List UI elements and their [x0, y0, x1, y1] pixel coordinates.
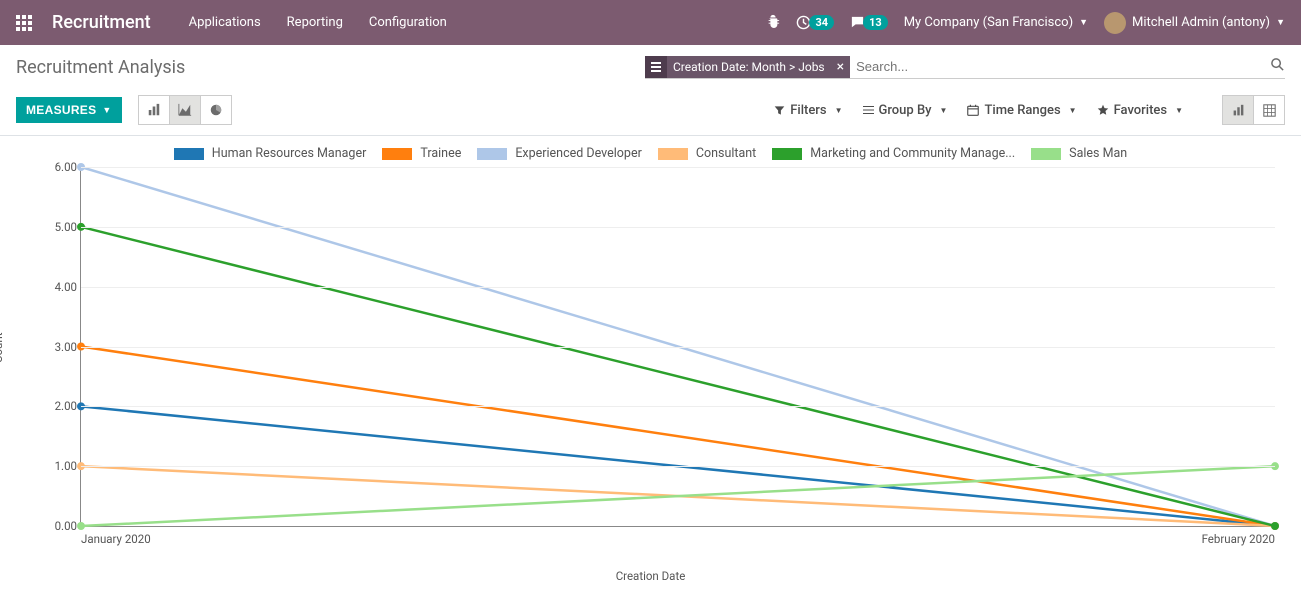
pivot-view-button[interactable]	[1253, 95, 1285, 125]
y-axis-label: Count	[0, 332, 5, 363]
chart-type-group	[138, 95, 232, 125]
chevron-down-icon: ▼	[1276, 17, 1285, 28]
chevron-down-icon: ▼	[1079, 17, 1088, 28]
x-tick: January 2020	[81, 532, 151, 546]
legend-item[interactable]: Trainee	[382, 146, 461, 161]
plot-area: 0.001.002.003.004.005.006.00January 2020…	[80, 167, 1275, 527]
discuss-button[interactable]: 13	[850, 15, 888, 30]
groupby-label: Group By	[879, 103, 932, 118]
legend-label: Marketing and Community Manage...	[810, 146, 1015, 161]
timeranges-label: Time Ranges	[984, 103, 1060, 118]
gridline	[81, 167, 1275, 168]
legend-item[interactable]: Consultant	[658, 146, 756, 161]
legend-label: Human Resources Manager	[212, 146, 367, 161]
chart-legend: Human Resources Manager Trainee Experience…	[16, 146, 1285, 161]
control-panel: Recruitment Analysis Creation Date: Mont…	[0, 45, 1301, 136]
graph-view-button[interactable]	[1222, 95, 1254, 125]
chart-plot: 0.001.002.003.004.005.006.00January 2020…	[60, 167, 1275, 567]
chart-container: Human Resources Manager Trainee Experience…	[0, 136, 1301, 599]
apps-icon[interactable]	[16, 15, 32, 31]
chart-point[interactable]	[1271, 522, 1279, 530]
legend-item[interactable]: Marketing and Community Manage...	[772, 146, 1015, 161]
nav-right: 34 13 My Company (San Francisco) ▼ Mitch…	[766, 12, 1285, 34]
legend-item[interactable]: Sales Man	[1031, 146, 1127, 161]
gridline	[81, 287, 1275, 288]
nav-menu-reporting[interactable]: Reporting	[287, 15, 343, 30]
y-tick: 3.00	[39, 340, 77, 354]
y-tick: 5.00	[39, 220, 77, 234]
gridline	[81, 227, 1275, 228]
group-icon	[863, 106, 874, 115]
activities-button[interactable]: 34	[796, 15, 834, 30]
filter-toolbar: Filters ▼ Group By ▼ Time Ranges ▼ Favor…	[774, 95, 1285, 125]
search-facet: Creation Date: Month > Jobs ×	[645, 56, 850, 78]
top-navbar: Recruitment Applications Reporting Confi…	[0, 0, 1301, 45]
chevron-down-icon: ▼	[1175, 106, 1183, 115]
legend-swatch	[772, 148, 802, 160]
favorites-button[interactable]: Favorites ▼	[1097, 103, 1183, 118]
legend-swatch	[174, 148, 204, 160]
measures-label: MEASURES	[26, 103, 96, 117]
bug-icon[interactable]	[766, 14, 780, 32]
x-axis-label: Creation Date	[16, 569, 1285, 583]
nav-menu-configuration[interactable]: Configuration	[369, 15, 447, 30]
legend-item[interactable]: Human Resources Manager	[174, 146, 367, 161]
user-name: Mitchell Admin (antony)	[1132, 15, 1270, 30]
activities-badge: 34	[809, 15, 834, 30]
legend-label: Trainee	[420, 146, 461, 161]
chart-series-line	[81, 227, 1275, 526]
y-tick: 6.00	[39, 160, 77, 174]
y-tick: 1.00	[39, 459, 77, 473]
gridline	[81, 466, 1275, 467]
nav-menu: Applications Reporting Configuration	[189, 15, 447, 30]
legend-label: Sales Man	[1069, 146, 1127, 161]
chevron-down-icon: ▼	[102, 105, 111, 115]
measures-button[interactable]: MEASURES ▼	[16, 97, 122, 123]
legend-label: Experienced Developer	[515, 146, 642, 161]
funnel-icon	[774, 105, 785, 116]
y-tick: 2.00	[39, 399, 77, 413]
line-chart-button[interactable]	[169, 95, 201, 125]
nav-menu-applications[interactable]: Applications	[189, 15, 261, 30]
search-icon[interactable]	[1270, 57, 1285, 76]
search-facet-text: Creation Date: Month > Jobs	[667, 60, 831, 74]
chevron-down-icon: ▼	[835, 106, 843, 115]
favorites-label: Favorites	[1114, 103, 1167, 118]
page-title: Recruitment Analysis	[16, 57, 185, 78]
search-area: Creation Date: Month > Jobs ×	[645, 55, 1285, 79]
facet-remove-icon[interactable]: ×	[831, 59, 850, 75]
gridline	[81, 347, 1275, 348]
star-icon	[1097, 104, 1109, 116]
legend-swatch	[477, 148, 507, 160]
gridline	[81, 406, 1275, 407]
chart-point[interactable]	[77, 522, 85, 530]
search-input[interactable]	[850, 55, 1270, 78]
chevron-down-icon: ▼	[940, 106, 948, 115]
filters-button[interactable]: Filters ▼	[774, 103, 842, 118]
pie-chart-button[interactable]	[200, 95, 232, 125]
bar-chart-button[interactable]	[138, 95, 170, 125]
group-icon	[645, 56, 667, 78]
company-selector[interactable]: My Company (San Francisco) ▼	[904, 15, 1088, 30]
chevron-down-icon: ▼	[1069, 106, 1077, 115]
timeranges-button[interactable]: Time Ranges ▼	[967, 103, 1076, 118]
avatar	[1104, 12, 1126, 34]
calendar-icon	[967, 104, 979, 116]
legend-swatch	[658, 148, 688, 160]
filters-label: Filters	[790, 103, 826, 118]
company-name: My Company (San Francisco)	[904, 15, 1073, 30]
y-tick: 0.00	[39, 519, 77, 533]
legend-label: Consultant	[696, 146, 756, 161]
app-brand[interactable]: Recruitment	[52, 12, 151, 33]
groupby-button[interactable]: Group By ▼	[863, 103, 948, 118]
legend-item[interactable]: Experienced Developer	[477, 146, 642, 161]
x-tick: February 2020	[1202, 532, 1275, 546]
legend-swatch	[1031, 148, 1061, 160]
y-tick: 4.00	[39, 280, 77, 294]
view-switcher	[1223, 95, 1285, 125]
legend-swatch	[382, 148, 412, 160]
user-menu[interactable]: Mitchell Admin (antony) ▼	[1104, 12, 1285, 34]
discuss-badge: 13	[863, 15, 888, 30]
chart-series-line	[81, 347, 1275, 527]
